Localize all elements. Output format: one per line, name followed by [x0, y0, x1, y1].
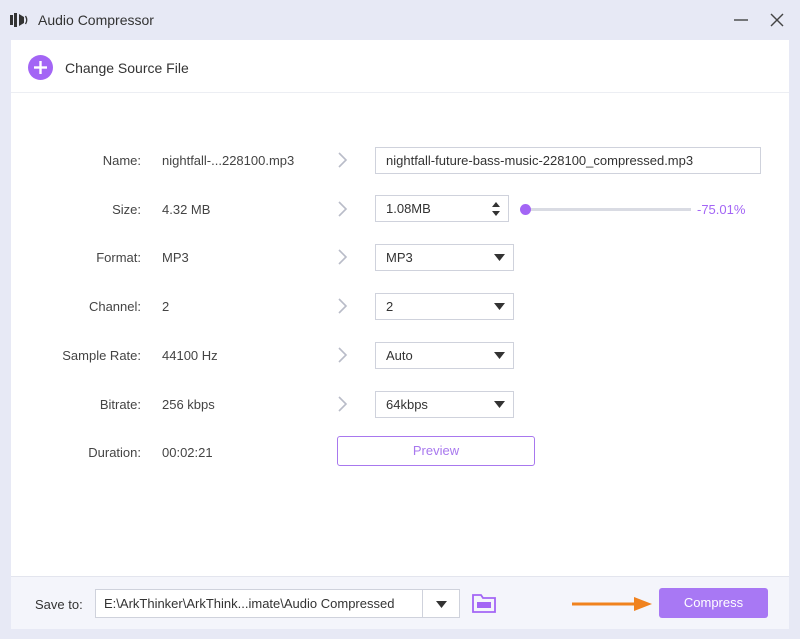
speaker-icon — [10, 13, 28, 27]
arrow-right-icon — [572, 597, 652, 611]
name-label: Name: — [102, 153, 141, 168]
size-slider-track[interactable] — [526, 208, 691, 211]
bitrate-select[interactable]: 64kbps — [375, 391, 514, 418]
original-name: nightfall-...228100.mp3 — [162, 153, 295, 168]
bitrate-label: Bitrate: — [99, 397, 141, 412]
output-size-value: 1.08MB — [386, 201, 431, 216]
format-selected: MP3 — [386, 250, 413, 265]
add-source-button[interactable] — [28, 55, 53, 80]
chevron-right-icon — [338, 396, 348, 412]
output-size-stepper[interactable]: 1.08MB — [375, 195, 509, 222]
original-size: 4.32 MB — [162, 202, 211, 217]
size-slider-thumb[interactable] — [520, 204, 531, 215]
caret-down-icon — [494, 303, 505, 310]
chevron-right-icon — [338, 201, 348, 217]
folder-icon[interactable] — [471, 592, 497, 614]
footer-bar: Save to: E:\ArkThinker\ArkThink...imate\… — [11, 576, 789, 629]
source-bar: Change Source File — [11, 40, 789, 93]
title-bar: Audio Compressor — [0, 0, 800, 40]
caret-down-icon — [494, 352, 505, 359]
original-format: MP3 — [162, 250, 189, 265]
window-title: Audio Compressor — [38, 12, 154, 28]
save-path-input[interactable]: E:\ArkThinker\ArkThink...imate\Audio Com… — [95, 589, 423, 618]
format-label: Format: — [96, 250, 141, 265]
bitrate-selected: 64kbps — [386, 397, 428, 412]
chevron-right-icon — [338, 347, 348, 363]
caret-down-icon — [494, 254, 505, 261]
chevron-right-icon — [338, 298, 348, 314]
save-to-label: Save to: — [35, 597, 83, 612]
caret-down-icon — [436, 601, 447, 608]
channel-select[interactable]: 2 — [375, 293, 514, 320]
size-percent: -75.01% — [697, 202, 746, 217]
sample-rate-label: Sample Rate: — [62, 348, 141, 363]
output-name-input[interactable]: nightfall-future-bass-music-228100_compr… — [375, 147, 761, 174]
close-icon[interactable] — [767, 10, 787, 30]
chevron-right-icon — [338, 152, 348, 168]
original-channel: 2 — [162, 299, 170, 314]
plus-icon — [34, 61, 47, 74]
main-panel: Change Source File Name: nightfall-...22… — [11, 40, 789, 576]
original-sample-rate: 44100 Hz — [162, 348, 218, 363]
sample-rate-selected: Auto — [386, 348, 413, 363]
change-source-link[interactable]: Change Source File — [65, 60, 189, 76]
caret-down-icon — [494, 401, 505, 408]
save-path-dropdown[interactable] — [423, 589, 460, 618]
channel-label: Channel: — [88, 299, 141, 314]
minimize-icon[interactable] — [731, 10, 751, 30]
sample-rate-select[interactable]: Auto — [375, 342, 514, 369]
channel-selected: 2 — [386, 299, 394, 314]
format-select[interactable]: MP3 — [375, 244, 514, 271]
original-duration: 00:02:21 — [162, 445, 213, 460]
size-label: Size: — [112, 202, 141, 217]
compress-button[interactable]: Compress — [659, 588, 768, 618]
chevron-right-icon — [338, 249, 348, 265]
duration-label: Duration: — [88, 445, 141, 460]
original-bitrate: 256 kbps — [162, 397, 215, 412]
preview-button[interactable]: Preview — [337, 436, 535, 466]
spin-arrows-icon[interactable] — [490, 199, 502, 219]
